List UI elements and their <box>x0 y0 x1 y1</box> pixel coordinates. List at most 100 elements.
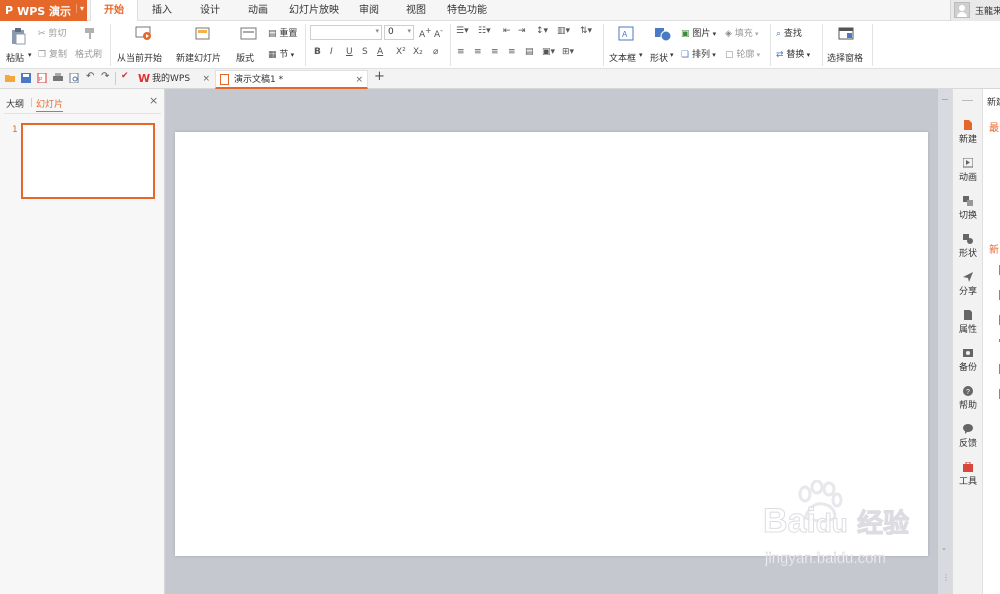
task-backup-button[interactable]: 备份 <box>953 348 983 373</box>
numbered-list-icon[interactable]: ☷▾ <box>478 26 491 36</box>
close-icon[interactable]: × <box>355 71 363 89</box>
tab-outline[interactable]: 大纲 <box>6 97 24 110</box>
properties-icon <box>964 310 972 320</box>
tab-special-features[interactable]: 特色功能 <box>442 0 492 21</box>
tab-insert[interactable]: 插入 <box>142 0 182 21</box>
font-size-select[interactable]: 0 ▾ <box>384 25 414 40</box>
customize-icon[interactable]: ✔ <box>121 71 131 81</box>
tab-slideshow[interactable]: 幻灯片放映 <box>284 0 344 21</box>
watermark-brand: Baidu 经验 <box>763 502 910 541</box>
strikethrough-button[interactable]: S <box>362 47 368 57</box>
line-spacing-icon[interactable]: ↕▾ <box>536 26 548 36</box>
play-from-current-button[interactable]: 从当前开始 <box>115 25 173 65</box>
grow-font-button[interactable]: A+ <box>419 26 431 40</box>
redo-icon[interactable]: ↷ <box>101 71 111 82</box>
vertical-align-icon[interactable]: ▣▾ <box>542 47 555 57</box>
slides-panel: 大纲 幻灯片 × 1 <box>0 89 165 594</box>
shape-button[interactable]: 形状 ▾ <box>648 25 678 65</box>
justify-icon[interactable]: ≡ <box>508 47 516 57</box>
subscript-button[interactable]: X₂ <box>413 47 423 57</box>
task-feedback-button[interactable]: 反馈 <box>953 424 983 449</box>
copy-button[interactable]: ❐ 复制 <box>38 47 67 60</box>
smartart-icon[interactable]: ⊞▾ <box>562 47 574 57</box>
clear-format-icon[interactable]: ⌀ <box>433 47 438 57</box>
picture-button[interactable]: ▣ 图片 ▾ <box>681 26 716 39</box>
increase-indent-icon[interactable]: ⇥ <box>518 26 526 36</box>
outline-button[interactable]: ▢ 轮廓 ▾ <box>725 47 760 60</box>
fill-button[interactable]: ◈ 填充 ▾ <box>725 26 759 39</box>
align-center-icon[interactable]: ≡ <box>474 47 482 57</box>
tab-review[interactable]: 审阅 <box>350 0 388 21</box>
baidu-watermark: Baidu 经验 jingyan.baidu.com <box>725 480 955 570</box>
section-icon: ▦ <box>268 50 277 60</box>
export-pdf-icon[interactable]: P <box>37 73 47 83</box>
font-color-button[interactable]: A <box>377 47 383 57</box>
section-button[interactable]: ▦ 节 ▾ <box>268 47 294 60</box>
align-right-icon[interactable]: ≡ <box>491 47 499 57</box>
task-transition-button[interactable]: 切换 <box>953 196 983 221</box>
italic-button[interactable]: I <box>330 47 333 57</box>
replace-button[interactable]: ⇄ 替换 ▾ <box>776 47 810 60</box>
user-account[interactable]: 玉龍来 <box>950 0 1000 21</box>
distribute-icon[interactable]: ▤ <box>525 47 534 57</box>
columns-icon[interactable]: ▥▾ <box>557 26 570 36</box>
save-icon[interactable] <box>21 73 31 83</box>
animation-icon <box>963 158 973 168</box>
task-shape-button[interactable]: 形状 <box>953 234 983 259</box>
print-icon[interactable] <box>53 73 63 83</box>
underline-button[interactable]: U <box>346 47 353 57</box>
chevron-down-icon[interactable]: ▾ <box>28 51 32 59</box>
text-direction-icon[interactable]: ⇅▾ <box>580 26 592 36</box>
bullet-list-icon[interactable]: ☰▾ <box>456 26 469 36</box>
task-help-button[interactable]: ? 帮助 <box>953 386 983 411</box>
new-slide-button[interactable]: 新建幻灯片 <box>176 25 232 65</box>
tab-animation[interactable]: 动画 <box>238 0 278 21</box>
task-feedback-label: 反馈 <box>958 439 977 449</box>
layout-icon <box>240 27 257 40</box>
avatar[interactable] <box>954 2 970 18</box>
cut-button[interactable]: ✂ 剪切 <box>38 26 66 39</box>
decrease-indent-icon[interactable]: ⇤ <box>503 26 511 36</box>
font-family-select[interactable]: ▾ <box>310 25 382 40</box>
wps-app-menu-button[interactable]: P WPS 演示 ▾ <box>0 0 87 21</box>
separator <box>872 24 873 66</box>
open-folder-icon[interactable] <box>5 73 15 83</box>
close-icon[interactable]: × <box>202 70 210 88</box>
task-share-button[interactable]: 分享 <box>953 272 983 297</box>
scissors-icon: ✂ <box>38 29 46 39</box>
shrink-font-button[interactable]: A- <box>434 26 443 40</box>
bold-button[interactable]: B <box>314 47 321 57</box>
tab-slides[interactable]: 幻灯片 <box>36 97 64 112</box>
resize-grip-icon[interactable]: ⋮ <box>942 573 950 582</box>
separator <box>110 24 111 66</box>
scroll-grip[interactable] <box>942 99 948 100</box>
fill-label: 填充 <box>734 29 753 39</box>
close-icon[interactable]: × <box>149 94 158 107</box>
task-properties-button[interactable]: 属性 <box>953 310 983 335</box>
align-left-icon[interactable]: ≡ <box>457 47 465 57</box>
tab-my-wps[interactable]: W 我的WPS × <box>134 70 214 89</box>
find-button[interactable]: ⌕ 查找 <box>776 26 802 39</box>
tab-presentation1[interactable]: 演示文稿1 * × <box>215 70 368 89</box>
arrange-button[interactable]: ❏ 排列 ▾ <box>681 47 716 60</box>
reset-button[interactable]: ▤ 重置 <box>268 26 297 39</box>
layout-button[interactable]: 版式 <box>235 25 263 65</box>
new-tab-button[interactable]: + <box>374 69 385 84</box>
paste-button[interactable]: 粘贴 ▾ <box>4 25 34 65</box>
reset-icon: ▤ <box>268 29 277 39</box>
tab-home[interactable]: 开始 <box>90 0 138 22</box>
task-animation-button[interactable]: 动画 <box>953 158 983 183</box>
selection-pane-button[interactable]: 选择窗格 <box>826 25 868 65</box>
chevron-down-icon[interactable]: ▾ <box>75 4 84 13</box>
print-preview-icon[interactable] <box>69 73 79 83</box>
text-box-button[interactable]: A 文本框 ▾ <box>607 25 645 65</box>
superscript-button[interactable]: X² <box>396 47 406 57</box>
undo-icon[interactable]: ↶ <box>86 71 96 82</box>
task-pane: 新建 最 新 <box>982 89 1000 594</box>
task-tools-button[interactable]: 工具 <box>953 462 983 487</box>
task-new-button[interactable]: 新建 <box>953 120 983 145</box>
tab-view[interactable]: 视图 <box>397 0 435 21</box>
format-painter-button[interactable]: 格式刷 <box>75 25 105 65</box>
tab-design[interactable]: 设计 <box>190 0 230 21</box>
slide-thumbnail[interactable] <box>21 123 155 199</box>
